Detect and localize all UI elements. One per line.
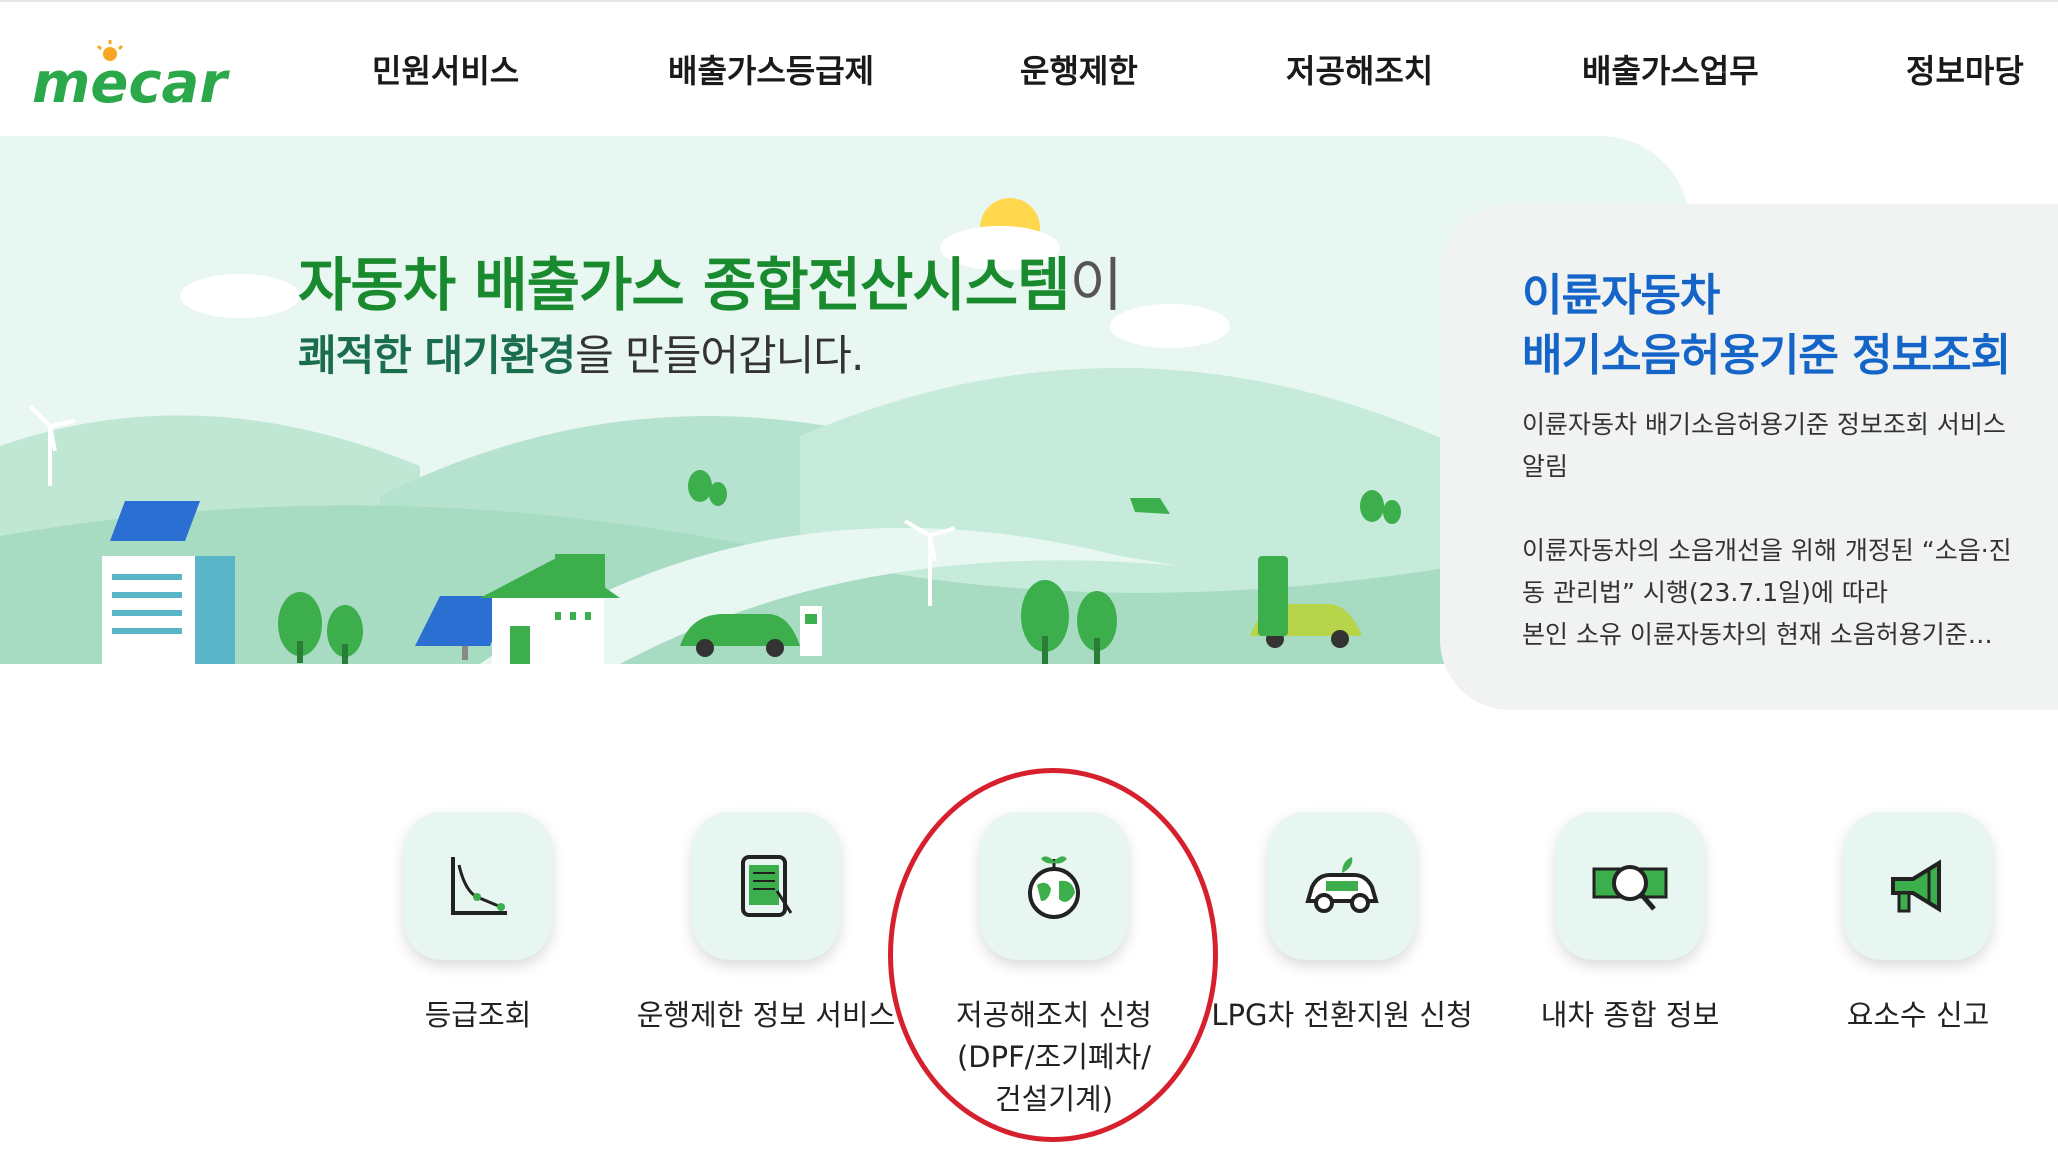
megaphone-icon (1844, 812, 1992, 960)
quick-menu-low-emission-apply[interactable]: 저공해조치 신청 (DPF/조기폐차/ 건설기계) (904, 812, 1204, 1120)
quick-menu-label-line2: (DPF/조기폐차/ (956, 1040, 1152, 1074)
hero-subtitle-highlight: 쾌적한 대기환경 (298, 331, 576, 380)
site-header: mecar 민원서비스 배출가스등급제 운행제한 저공해조치 배출가스업무 정보… (0, 0, 2058, 138)
notice-line3: 본인 소유 이륜자동차의 현재 소음허용기준… (1522, 620, 1993, 649)
tablet-document-icon (692, 812, 840, 960)
hero-banner (0, 136, 1690, 664)
logo-text: mecar (32, 51, 230, 116)
quick-menu-label-line3: 건설기계) (994, 1082, 1114, 1116)
hero-subtitle: 쾌적한 대기환경을 만들어갑니다. (298, 322, 864, 383)
quick-menu-label: 내차 종합 정보 (1540, 998, 1720, 1032)
nav-civil-service[interactable]: 민원서비스 (372, 46, 519, 92)
hero-subtitle-rest: 을 만들어갑니다. (575, 331, 864, 380)
quick-menu-grade-lookup[interactable]: 등급조회 (328, 812, 628, 1036)
hero-title-suffix: 이 (1069, 251, 1122, 319)
nav-emission-grade[interactable]: 배출가스등급제 (668, 46, 874, 92)
hero-title-bold: 자동차 배출가스 종합전산시스템 (298, 251, 1070, 319)
quick-menu-label: 운행제한 정보 서비스 (636, 998, 896, 1032)
notice-card[interactable]: 이륜자동차 배기소음허용기준 정보조회 이륜자동차 배기소음허용기준 정보조회 … (1440, 204, 2058, 710)
mecar-logo-graphic: mecar (32, 40, 230, 116)
notice-title: 이륜자동차 배기소음허용기준 정보조회 (1522, 266, 2011, 386)
quick-menu-label: 저공해조치 신청 (DPF/조기폐차/ 건설기계) (904, 994, 1204, 1120)
quick-menu-operation-restriction-info[interactable]: 운행제한 정보 서비스 (616, 812, 916, 1036)
grade-chart-icon (404, 812, 552, 960)
hero-title: 자동차 배출가스 종합전산시스템이 (298, 238, 1123, 322)
quick-menu-label: 등급조회 (424, 998, 532, 1032)
hero-illustration (0, 198, 1690, 664)
quick-menu-urea-report[interactable]: 요소수 신고 (1768, 812, 2058, 1036)
eco-car-icon (1268, 812, 1416, 960)
quick-menu-lpg-conversion[interactable]: LPG차 전환지원 신청 (1192, 812, 1492, 1036)
quick-menu-label: LPG차 전환지원 신청 (1211, 998, 1473, 1032)
notice-title-line2: 배기소음허용기준 정보조회 (1522, 330, 2011, 381)
notice-line1: 이륜자동차 배기소음허용기준 정보조회 서비스 알림 (1522, 410, 2006, 481)
nav-operation-restriction[interactable]: 운행제한 (1020, 46, 1138, 92)
quick-menu-label: 요소수 신고 (1846, 998, 1990, 1032)
quick-menu-label-line1: 저공해조치 신청 (956, 998, 1152, 1032)
earth-sprout-icon (980, 812, 1128, 960)
mecar-logo[interactable]: mecar (32, 40, 262, 120)
notice-line2: 이륜자동차의 소음개선을 위해 개정된 “소음·진동 관리법” 시행(23.7.… (1522, 536, 2012, 607)
nav-info-plaza[interactable]: 정보마당 (1906, 46, 2024, 92)
notice-title-line1: 이륜자동차 (1522, 270, 1720, 321)
nav-low-emission-measures[interactable]: 저공해조치 (1286, 46, 1433, 92)
search-money-icon (1556, 812, 1704, 960)
notice-body: 이륜자동차 배기소음허용기준 정보조회 서비스 알림 이륜자동차의 소음개선을 … (1522, 404, 2032, 656)
nav-emission-work[interactable]: 배출가스업무 (1582, 46, 1759, 92)
quick-menu-my-car-info[interactable]: 내차 종합 정보 (1480, 812, 1780, 1036)
